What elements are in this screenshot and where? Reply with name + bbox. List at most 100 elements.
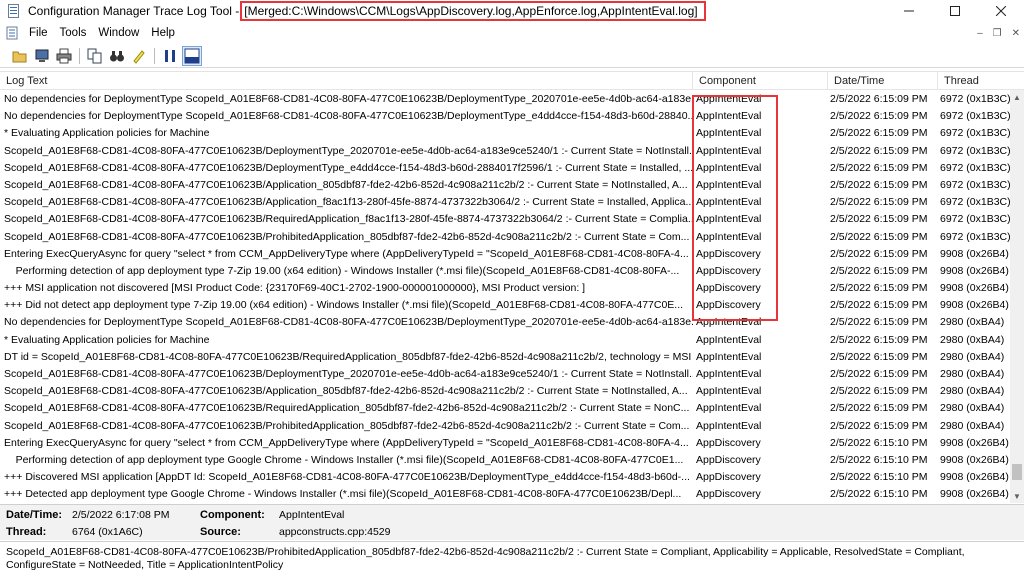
cell-datetime: 2/5/2022 6:15:09 PM	[830, 247, 928, 260]
window-title: Configuration Manager Trace Log Tool -	[28, 4, 240, 18]
minimize-button[interactable]	[886, 0, 932, 22]
cell-thread: 6972 (0x1B3C)	[940, 196, 1010, 209]
maximize-button[interactable]	[932, 0, 978, 22]
cell-thread: 6972 (0x1B3C)	[940, 178, 1010, 191]
table-row[interactable]: ScopeId_A01E8F68-CD81-4C08-80FA-477C0E10…	[0, 177, 1010, 194]
cell-thread: 2980 (0xBA4)	[940, 368, 1005, 380]
cell-log-text: ScopeId_A01E8F68-CD81-4C08-80FA-477C0E10…	[4, 385, 688, 398]
open-folder-button[interactable]	[10, 46, 30, 66]
table-row[interactable]: No dependencies for DeploymentType Scope…	[0, 91, 1010, 108]
table-row[interactable]: ScopeId_A01E8F68-CD81-4C08-80FA-477C0E10…	[0, 194, 1010, 211]
close-button[interactable]	[978, 0, 1024, 22]
thread-value: 6764 (0x1A6C)	[72, 526, 143, 538]
table-row[interactable]: * Evaluating Application policies for Ma…	[0, 125, 1010, 142]
cell-datetime: 2/5/2022 6:15:09 PM	[830, 161, 928, 174]
table-row[interactable]: ScopeId_A01E8F68-CD81-4C08-80FA-477C0E10…	[0, 143, 1010, 160]
highlight-button[interactable]	[129, 46, 149, 66]
cell-datetime: 2/5/2022 6:15:09 PM	[830, 299, 928, 312]
cell-component: AppIntentEval	[696, 385, 762, 398]
component-label: Component:	[200, 509, 265, 521]
cell-thread: 6972 (0x1B3C)	[940, 127, 1010, 140]
find-button[interactable]	[107, 46, 127, 66]
table-row[interactable]: +++ Discovered MSI application [AppDT Id…	[0, 469, 1010, 486]
cell-log-text: Performing detection of app deployment t…	[4, 453, 684, 466]
log-grid: Log Text Component Date/Time Thread No d…	[0, 71, 1024, 503]
cell-thread: 2980 (0xBA4)	[940, 350, 1005, 363]
component-value: AppIntentEval	[279, 509, 345, 521]
table-row[interactable]: DT id = ScopeId_A01E8F68-CD81-4C08-80FA-…	[0, 349, 1010, 366]
cell-component: AppDiscovery	[696, 436, 761, 449]
table-row[interactable]: ScopeId_A01E8F68-CD81-4C08-80FA-477C0E10…	[0, 400, 1010, 417]
details-pane-button[interactable]	[182, 45, 202, 66]
datetime-label: Date/Time:	[6, 509, 63, 521]
vertical-scrollbar[interactable]: ▲ ▼	[1010, 90, 1024, 503]
scroll-down-icon[interactable]: ▼	[1010, 489, 1024, 503]
cell-log-text: Performing detection of app deployment t…	[4, 264, 680, 277]
menu-help[interactable]: Help	[145, 27, 181, 39]
menu-file[interactable]: File	[23, 27, 54, 39]
menu-window[interactable]: Window	[92, 27, 145, 39]
table-row[interactable]: +++ Detected app deployment type Google …	[0, 486, 1010, 503]
menu-bar: File Tools Window Help – ❐ ✕	[0, 23, 1024, 43]
table-row[interactable]: +++ Did not detect app deployment type 7…	[0, 297, 1010, 314]
cell-component: AppIntentEval	[696, 230, 762, 243]
column-datetime[interactable]: Date/Time	[828, 72, 938, 90]
cell-thread: 9908 (0x26B4)	[940, 453, 1009, 466]
column-log-text[interactable]: Log Text	[0, 72, 693, 90]
cell-component: AppIntentEval	[696, 110, 762, 123]
details-panel: Date/Time: 2/5/2022 6:17:08 PM Component…	[0, 504, 1024, 540]
cell-thread: 9908 (0x26B4)	[940, 436, 1009, 449]
mdi-minimize-icon[interactable]: –	[977, 28, 983, 39]
table-row[interactable]: ScopeId_A01E8F68-CD81-4C08-80FA-477C0E10…	[0, 160, 1010, 177]
table-row[interactable]: No dependencies for DeploymentType Scope…	[0, 108, 1010, 125]
cell-component: AppDiscovery	[696, 282, 761, 295]
cell-thread: 2980 (0xBA4)	[940, 385, 1005, 398]
print-button[interactable]	[54, 46, 74, 66]
table-row[interactable]: No dependencies for DeploymentType Scope…	[0, 314, 1010, 331]
table-row[interactable]: +++ MSI application not discovered [MSI …	[0, 280, 1010, 297]
copy-button[interactable]	[85, 46, 105, 66]
cell-component: AppIntentEval	[696, 402, 762, 415]
cell-log-text: ScopeId_A01E8F68-CD81-4C08-80FA-477C0E10…	[4, 196, 693, 209]
cell-component: AppDiscovery	[696, 488, 761, 501]
table-row[interactable]: ScopeId_A01E8F68-CD81-4C08-80FA-477C0E10…	[0, 211, 1010, 228]
toolbar-separator	[154, 47, 155, 64]
table-row[interactable]: Performing detection of app deployment t…	[0, 263, 1010, 280]
mdi-close-icon[interactable]: ✕	[1012, 28, 1020, 39]
printer-icon	[56, 48, 72, 63]
cell-log-text: No dependencies for DeploymentType Scope…	[4, 110, 693, 123]
table-row[interactable]: ScopeId_A01E8F68-CD81-4C08-80FA-477C0E10…	[0, 418, 1010, 435]
pause-button[interactable]	[160, 46, 180, 66]
minimize-icon	[904, 10, 914, 12]
cell-thread: 6972 (0x1B3C)	[940, 230, 1010, 243]
highlighter-icon	[133, 49, 145, 64]
computer-button[interactable]	[32, 46, 52, 66]
mdi-document-icon[interactable]	[5, 26, 19, 40]
cell-datetime: 2/5/2022 6:15:09 PM	[830, 230, 928, 243]
column-component[interactable]: Component	[693, 72, 828, 90]
scroll-up-icon[interactable]: ▲	[1010, 90, 1024, 104]
mdi-restore-icon[interactable]: ❐	[993, 28, 1002, 39]
table-row[interactable]: ScopeId_A01E8F68-CD81-4C08-80FA-477C0E10…	[0, 383, 1010, 400]
scroll-thumb[interactable]	[1012, 464, 1022, 480]
cell-component: AppDiscovery	[696, 264, 761, 277]
cell-datetime: 2/5/2022 6:15:09 PM	[830, 93, 928, 105]
table-row[interactable]: Performing detection of app deployment t…	[0, 452, 1010, 469]
cell-log-text: Entering ExecQueryAsync for query "selec…	[4, 436, 689, 449]
close-icon	[996, 6, 1006, 16]
cell-datetime: 2/5/2022 6:15:09 PM	[830, 213, 928, 226]
table-row[interactable]: Entering ExecQueryAsync for query "selec…	[0, 246, 1010, 263]
table-row[interactable]: ScopeId_A01E8F68-CD81-4C08-80FA-477C0E10…	[0, 229, 1010, 246]
pause-icon	[165, 49, 175, 62]
cell-datetime: 2/5/2022 6:15:09 PM	[830, 419, 928, 432]
cell-thread: 2980 (0xBA4)	[940, 316, 1005, 329]
column-thread[interactable]: Thread	[938, 72, 1024, 90]
computer-icon	[35, 49, 49, 62]
table-row[interactable]: Entering ExecQueryAsync for query "selec…	[0, 435, 1010, 452]
cell-component: AppIntentEval	[696, 127, 762, 140]
cell-component: AppDiscovery	[696, 453, 761, 466]
table-row[interactable]: ScopeId_A01E8F68-CD81-4C08-80FA-477C0E10…	[0, 366, 1010, 383]
table-row[interactable]: * Evaluating Application policies for Ma…	[0, 332, 1010, 349]
cell-thread: 9908 (0x26B4)	[940, 247, 1009, 260]
menu-tools[interactable]: Tools	[54, 27, 93, 39]
